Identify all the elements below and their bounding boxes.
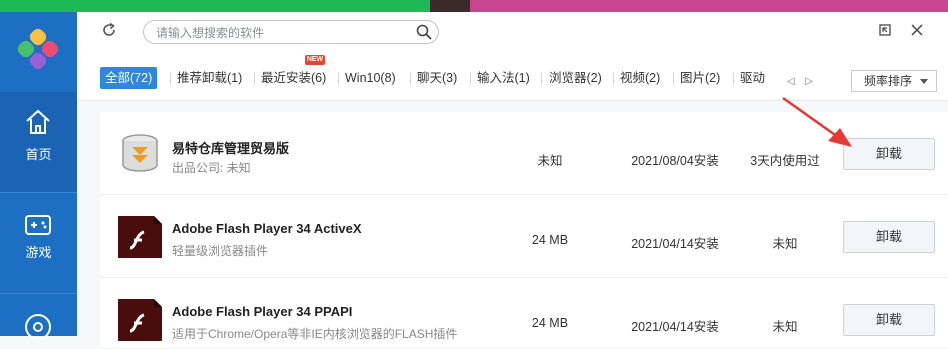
app-install-date: 2021/08/04安装 (631, 154, 719, 168)
sort-dropdown[interactable]: 频率排序 (851, 70, 937, 92)
tab-browser[interactable]: 浏览器(2) (549, 67, 602, 89)
app-usage: 未知 (772, 320, 798, 334)
tab-input-method[interactable]: 输入法(1) (477, 67, 530, 89)
app-publisher: 出品公司: 未知 (172, 161, 251, 175)
sidebar-item-label: 游戏 (25, 245, 52, 260)
list-item: 易特仓库管理贸易版 出品公司: 未知 未知 2021/08/04安装 3天内使用… (100, 112, 948, 195)
tabs-scroll-right-icon[interactable]: ▷ (804, 77, 814, 87)
app-name: Adobe Flash Player 34 PPAPI (172, 304, 353, 319)
close-icon[interactable] (909, 22, 925, 38)
tab-recommended-uninstall[interactable]: 推荐卸载(1) (177, 67, 242, 89)
sidebar: 首页 游戏 (0, 12, 77, 340)
flash-app-icon (118, 216, 162, 258)
tab-image[interactable]: 图片(2) (680, 67, 720, 89)
tabs-scroll-left-icon[interactable]: ◁ (786, 77, 796, 87)
search-box (143, 20, 439, 44)
tab-driver[interactable]: 驱动 (740, 67, 765, 89)
sort-selected-label: 频率排序 (864, 74, 913, 88)
list-item: Adobe Flash Player 34 ActiveX 轻量级浏览器插件 2… (100, 195, 948, 278)
storage-app-icon (122, 134, 158, 172)
app-description: 轻量级浏览器插件 (172, 244, 269, 258)
disc-icon (25, 314, 51, 340)
app-usage: 3天内使用过 (750, 154, 820, 168)
restore-window-icon[interactable] (877, 22, 893, 38)
category-tabs: 全部(72) 推荐卸载(1) 最近安装(6) Win10(8) 聊天(3) 输入… (77, 55, 948, 101)
chevron-down-icon (920, 79, 928, 84)
app-logo-icon (17, 28, 59, 70)
home-icon (26, 109, 50, 134)
app-description: 适用于Chrome/Opera等非IE内核浏览器的FLASH插件 (172, 327, 458, 341)
app-name: 易特仓库管理贸易版 (172, 141, 290, 156)
desktop-background (0, 0, 948, 12)
search-icon[interactable] (416, 24, 432, 40)
search-input[interactable] (154, 23, 408, 43)
tab-win10[interactable]: Win10(8) (345, 67, 396, 89)
toolbar (77, 12, 948, 56)
refresh-icon[interactable] (101, 22, 117, 38)
app-size: 24 MB (531, 233, 569, 247)
app-size: 24 MB (531, 316, 569, 330)
new-badge: NEW (305, 55, 325, 65)
sidebar-item-disc[interactable] (0, 294, 77, 340)
gamepad-icon (25, 215, 51, 235)
sidebar-item-games[interactable]: 游戏 (0, 193, 77, 293)
app-name: Adobe Flash Player 34 ActiveX (172, 221, 362, 236)
app-usage: 未知 (772, 237, 798, 251)
tab-chat[interactable]: 聊天(3) (417, 67, 457, 89)
app-install-date: 2021/04/14安装 (631, 237, 719, 251)
uninstall-button[interactable]: 卸载 (843, 304, 935, 336)
tab-video[interactable]: 视频(2) (620, 67, 660, 89)
app-install-date: 2021/04/14安装 (631, 320, 719, 334)
list-item: Adobe Flash Player 34 PPAPI 适用于Chrome/Op… (100, 278, 948, 349)
app-size: 未知 (537, 154, 563, 168)
tab-recent-install[interactable]: 最近安装(6) (261, 67, 326, 89)
uninstall-button[interactable]: 卸载 (843, 138, 935, 170)
sidebar-item-label: 首页 (25, 147, 52, 162)
uninstall-button[interactable]: 卸载 (843, 221, 935, 253)
sidebar-item-home[interactable]: 首页 (0, 92, 77, 192)
tab-all[interactable]: 全部(72) (100, 67, 158, 89)
